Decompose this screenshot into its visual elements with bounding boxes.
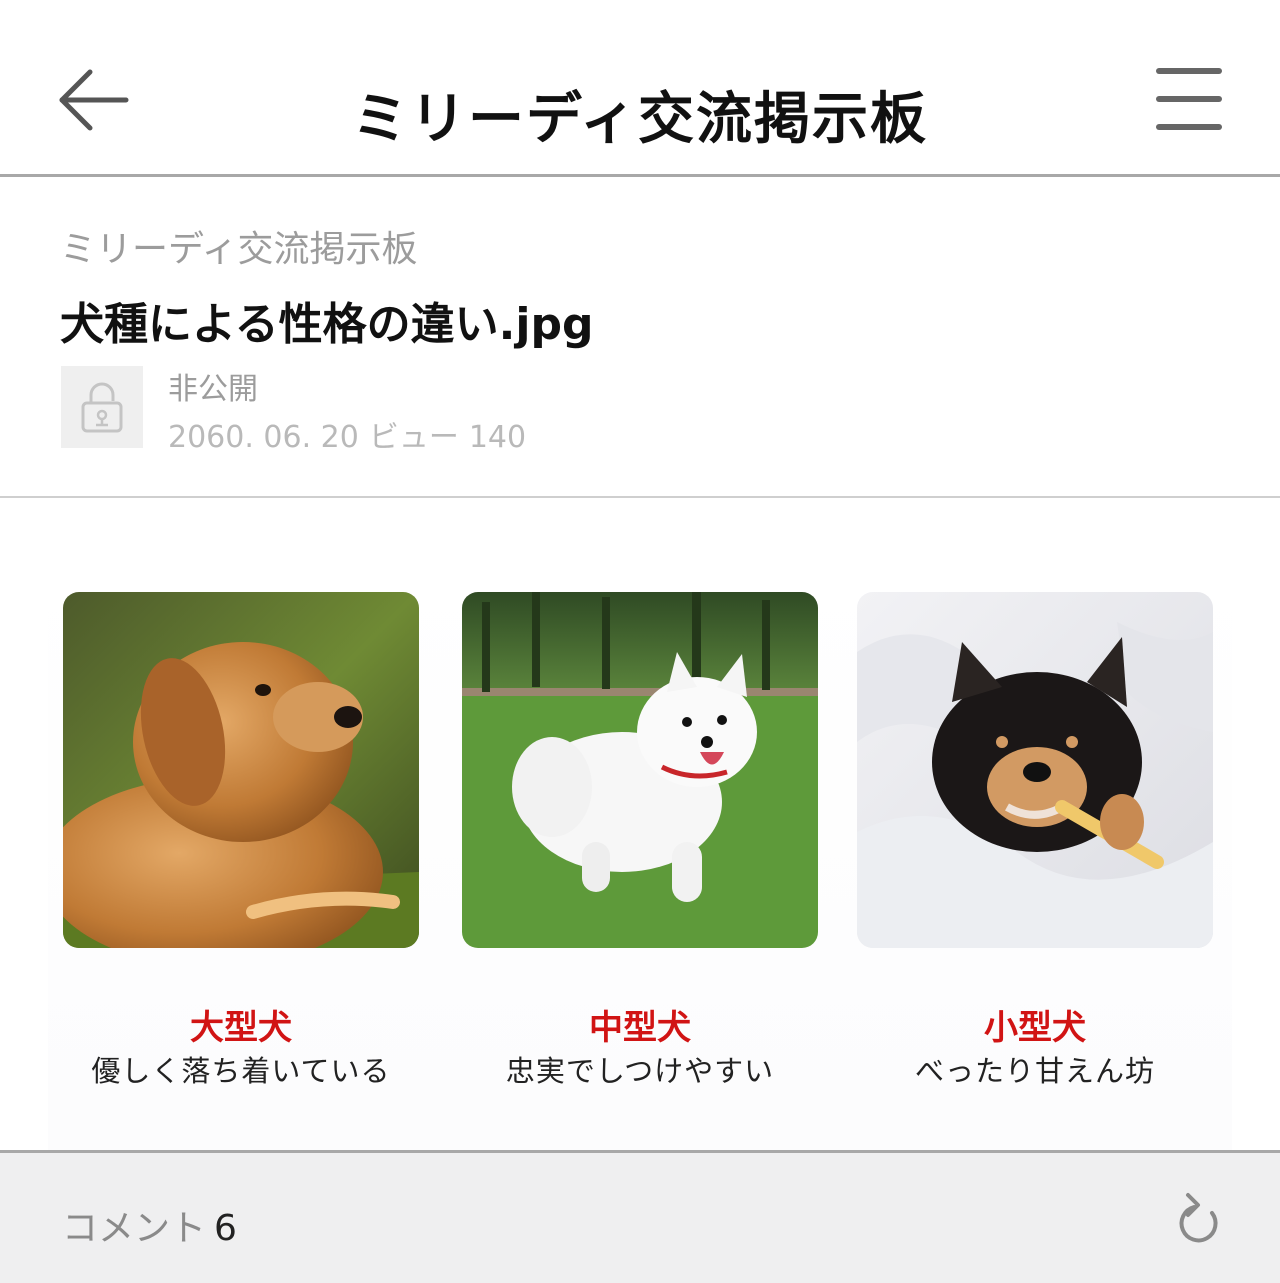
page-title: ミリーディ交流掲示板: [351, 87, 929, 152]
hamburger-menu-icon: [1156, 68, 1222, 130]
post-image: 大型犬 優しく落ち着いている 中型犬 忠実でしつけやすい 小型犬 べったり甘えん…: [48, 560, 1232, 1150]
views-label: ビュー: [368, 420, 459, 455]
post-meta: 2060. 06. 20 ビュー 140: [168, 412, 536, 456]
refresh-button[interactable]: [1172, 1189, 1228, 1253]
comment-header[interactable]: コメント 6: [62, 1199, 237, 1251]
dog-card-large: 大型犬 優しく落ち着いている: [63, 592, 419, 1088]
dog-desc-medium: 忠実でしつけやすい: [505, 1054, 775, 1088]
padlock-icon: [81, 382, 123, 433]
dog-desc-large: 優しく落ち着いている: [91, 1054, 391, 1088]
post-date: 2060. 06. 20: [168, 420, 359, 455]
dog-card-medium: 中型犬 忠実でしつけやすい: [462, 592, 818, 1088]
dog-type-medium: 中型犬: [589, 1008, 691, 1048]
dog-desc-small: べったり甘えん坊: [914, 1054, 1155, 1088]
app-header: ミリーディ交流掲示板: [0, 0, 1280, 177]
refresh-icon: [1179, 1193, 1218, 1243]
divider: [0, 496, 1280, 498]
white-spitz-photo: [462, 592, 818, 948]
visibility-status: 非公開: [168, 372, 258, 407]
comment-bar: コメント 6: [0, 1150, 1280, 1283]
dog-type-large: 大型犬: [190, 1008, 292, 1048]
dog-type-small: 小型犬: [984, 1008, 1086, 1048]
comment-label: コメント: [62, 1208, 207, 1249]
author-avatar: [61, 366, 143, 448]
comment-count: 6: [214, 1208, 237, 1249]
menu-button[interactable]: [1150, 64, 1230, 136]
board-name[interactable]: ミリーディ交流掲示板: [60, 220, 417, 272]
dog-card-small: 小型犬 べったり甘えん坊: [857, 592, 1213, 1088]
post-title: 犬種による性格の違い.jpg: [60, 299, 594, 350]
golden-retriever-photo: [63, 592, 419, 948]
views-count: 140: [468, 420, 527, 455]
chihuahua-photo: [857, 592, 1213, 948]
